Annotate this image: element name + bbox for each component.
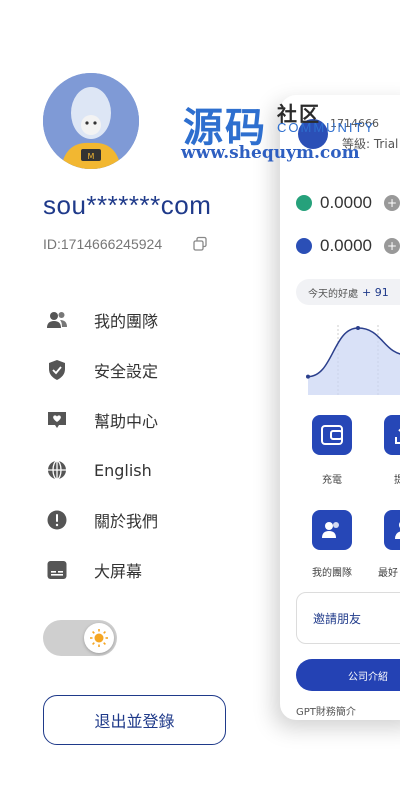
team-icon: [47, 312, 67, 328]
menu-label: 大屏幕: [94, 562, 143, 581]
sun-icon: [90, 629, 108, 647]
avatar[interactable]: M: [43, 73, 139, 169]
balance-second: 0.0000: [296, 236, 372, 256]
toggle-knob: [84, 623, 114, 653]
add-icon[interactable]: +: [384, 238, 400, 254]
watermark-url: www.shequym.com: [181, 143, 360, 163]
add-icon[interactable]: +: [384, 195, 400, 211]
tile-label: 我的團隊: [312, 568, 352, 579]
pill-value: + 91: [362, 285, 389, 299]
app-screen: M sou*******com ID:1714666245924 我的團隊 安全…: [0, 0, 400, 800]
pill-label: 今天的好處: [308, 288, 358, 300]
wallet-icon: [321, 425, 343, 445]
invite-friends-button[interactable]: 邀請朋友: [296, 592, 400, 644]
menu-item-team[interactable]: 我的團隊: [0, 300, 280, 340]
gpt-finance-intro[interactable]: GPT財務簡介: [296, 703, 356, 718]
today-benefit-pill: 今天的好處 + 91: [296, 279, 400, 305]
tile-label: 提: [394, 475, 400, 486]
menu-item-big-screen[interactable]: 大屏幕: [0, 550, 280, 590]
menu-label: 關於我們: [94, 512, 159, 531]
main-content-card: 1714666 等級: Trial 0.0000 + 0.0000 + 今天的好…: [280, 95, 400, 720]
menu-label: 幫助中心: [94, 412, 159, 431]
tether-coin-icon: [296, 195, 312, 211]
avatar-image: M: [43, 73, 139, 169]
menu-label: 我的團隊: [94, 312, 159, 331]
theme-toggle[interactable]: [43, 620, 117, 656]
menu-item-help[interactable]: 幫助中心: [0, 400, 280, 440]
team-icon: [322, 522, 339, 538]
best-tile[interactable]: [384, 510, 400, 550]
help-icon: [48, 412, 66, 428]
menu-label: English: [94, 460, 152, 480]
watermark-community: COMMUNITY: [277, 120, 376, 135]
chart-point: [306, 374, 310, 379]
menu-item-security[interactable]: 安全設定: [0, 350, 280, 390]
svg-text:M: M: [88, 152, 95, 161]
tile-label: 最好: [378, 568, 398, 579]
menu-item-language[interactable]: English: [0, 450, 280, 490]
user-id: ID:1714666245924: [43, 236, 163, 252]
coin-icon: [296, 238, 312, 254]
chart-point: [356, 326, 360, 330]
username: sou*******com: [43, 190, 212, 220]
info-icon: [47, 510, 67, 530]
globe-icon: [48, 460, 66, 480]
tile-label: 充電: [322, 475, 342, 486]
earnings-chart: [306, 325, 400, 395]
my-team-tile[interactable]: [312, 510, 352, 550]
withdraw-tile[interactable]: [384, 415, 400, 455]
chart-area: [308, 328, 400, 395]
balance-value: 0.0000: [320, 236, 372, 255]
recharge-tile[interactable]: [312, 415, 352, 455]
menu-item-about[interactable]: 關於我們: [0, 500, 280, 540]
menu-label: 安全設定: [94, 362, 159, 381]
balance-value: 0.0000: [320, 193, 372, 212]
logout-button[interactable]: 退出並登錄: [43, 695, 226, 745]
withdraw-icon: [395, 428, 400, 444]
balance-usdt: 0.0000: [296, 193, 372, 213]
copy-icon[interactable]: [192, 236, 208, 252]
shield-icon: [49, 360, 65, 380]
screen-icon: [47, 561, 67, 579]
company-intro-button[interactable]: 公司介紹: [296, 659, 400, 691]
person-icon: [395, 522, 400, 539]
